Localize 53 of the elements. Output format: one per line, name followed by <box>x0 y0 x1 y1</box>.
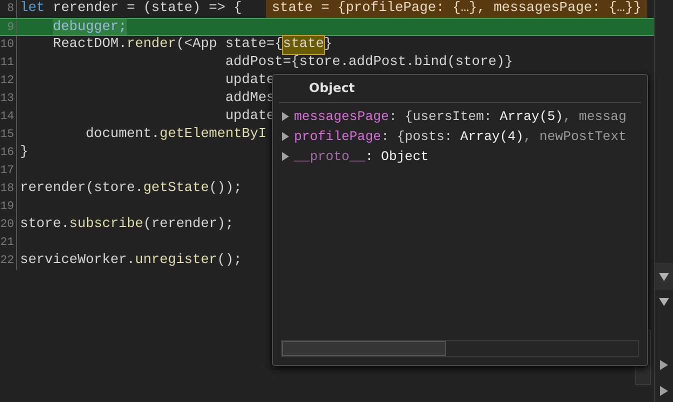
line-number: 17 <box>0 162 17 180</box>
code-text: document. <box>84 126 160 144</box>
expand-caret-icon[interactable] <box>281 112 290 122</box>
code-text: ()); <box>208 180 242 198</box>
code-text: rerender(store. <box>20 180 144 198</box>
line-number: 12 <box>0 72 17 90</box>
code-text: render <box>126 36 176 54</box>
panel-header[interactable] <box>655 263 673 290</box>
line-number: 15 <box>0 126 17 144</box>
code-text: } <box>324 36 332 54</box>
code-text: update <box>224 108 275 126</box>
line-number: 9 <box>0 19 17 35</box>
code-text: (rerender); <box>143 216 234 234</box>
code-text: store. <box>20 216 70 234</box>
hovered-variable: state <box>282 36 324 54</box>
line-number: 19 <box>0 198 17 216</box>
line-number: 16 <box>0 144 17 162</box>
code-text: addPost={store.addPost.bind(store)} <box>224 54 513 72</box>
scrollbar-thumb[interactable] <box>282 341 446 356</box>
code-text: } <box>20 144 28 162</box>
expand-caret-icon[interactable] <box>281 132 290 142</box>
popover-title: Object <box>279 75 641 103</box>
caret-icon[interactable] <box>659 272 669 280</box>
line-number: 22 <box>0 252 17 270</box>
inline-value-hint: state = {profilePage: {…}, messagesPage: {…}} <box>266 0 648 18</box>
code-text: unregister <box>135 252 218 270</box>
code-text: subscribe <box>69 216 144 234</box>
code-text: update <box>224 72 275 90</box>
property-entry[interactable]: messagesPage: {usersItem: Array(5), messag <box>294 106 626 127</box>
code-text: rerender = (state) => { <box>52 0 242 18</box>
caret-icon[interactable] <box>660 386 668 396</box>
property-entry[interactable]: __proto__: Object <box>294 146 429 167</box>
code-text: (); <box>217 252 242 270</box>
paused-statement: debugger; <box>52 19 127 35</box>
code-text: getState <box>143 180 209 198</box>
property-entry[interactable]: profilePage: {posts: Array(4), newPostText <box>294 126 626 147</box>
caret-icon[interactable] <box>659 298 669 306</box>
line-number: 14 <box>0 108 17 126</box>
line-number: 11 <box>0 54 17 72</box>
code-text: addMes <box>224 90 275 108</box>
code-text: ReactDOM. <box>52 36 127 54</box>
code-editor[interactable] <box>0 0 655 402</box>
line-number: 20 <box>0 216 17 234</box>
line-number: 18 <box>0 180 17 198</box>
code-text: serviceWorker. <box>20 252 135 270</box>
code-text: (<App state={ <box>176 36 283 54</box>
line-number: 10 <box>0 36 17 54</box>
line-number: 21 <box>0 234 17 252</box>
line-number: 13 <box>0 90 17 108</box>
code-text: let <box>20 0 45 18</box>
code-text: getElementByI <box>160 126 266 144</box>
expand-caret-icon[interactable] <box>281 152 290 162</box>
caret-icon[interactable] <box>660 360 668 370</box>
